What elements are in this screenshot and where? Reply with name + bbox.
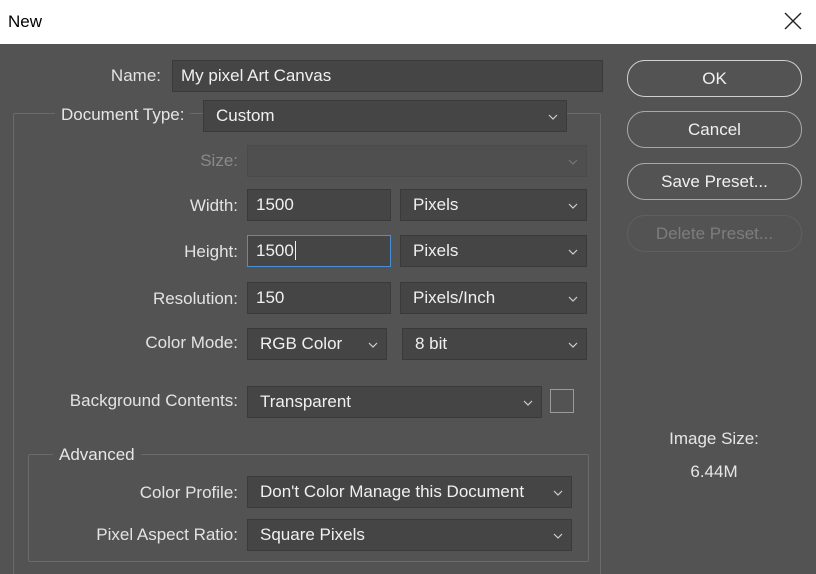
color-mode-label: Color Mode: — [145, 333, 238, 352]
pixel-aspect-label: Pixel Aspect Ratio: — [96, 525, 238, 544]
ok-button[interactable]: OK — [627, 60, 802, 97]
pixel-aspect-select[interactable]: Square Pixels — [247, 519, 572, 551]
chevron-down-icon — [523, 400, 533, 406]
chevron-down-icon — [568, 342, 578, 348]
image-size-value: 6.44M — [690, 462, 738, 481]
bit-depth-select[interactable]: 8 bit — [402, 328, 587, 360]
color-profile-value: Don't Color Manage this Document — [260, 482, 525, 501]
window-title: New — [8, 12, 43, 31]
chevron-down-icon — [568, 159, 578, 165]
resolution-input[interactable]: 150 — [247, 282, 391, 314]
delete-preset-button: Delete Preset... — [627, 215, 802, 252]
height-value: 1500 — [256, 241, 294, 260]
resolution-unit-select[interactable]: Pixels/Inch — [400, 282, 587, 314]
height-unit-value: Pixels — [413, 241, 459, 260]
advanced-title: Advanced — [53, 445, 141, 465]
bit-depth-value: 8 bit — [415, 334, 448, 353]
width-input[interactable]: 1500 — [247, 189, 391, 221]
image-size-label: Image Size: — [669, 429, 759, 448]
bg-contents-label: Background Contents: — [69, 391, 238, 410]
close-icon[interactable] — [780, 8, 806, 34]
text-cursor — [294, 241, 296, 260]
color-mode-value: RGB Color — [260, 334, 343, 353]
bg-color-swatch[interactable] — [550, 389, 574, 413]
chevron-down-icon — [568, 203, 578, 209]
pixel-aspect-value: Square Pixels — [260, 525, 365, 544]
resolution-label: Resolution: — [152, 289, 238, 308]
height-unit-select[interactable]: Pixels — [400, 235, 587, 267]
name-label: Name: — [110, 66, 161, 85]
dialog-body: Name: My pixel Art Canvas Document Type:… — [0, 44, 816, 574]
chevron-down-icon — [568, 296, 578, 302]
doc-type-value: Custom — [216, 106, 275, 125]
chevron-down-icon — [553, 533, 563, 539]
doc-type-select[interactable]: Custom — [203, 100, 567, 132]
color-profile-label: Color Profile: — [139, 483, 238, 502]
chevron-down-icon — [368, 342, 378, 348]
bg-contents-value: Transparent — [260, 392, 352, 411]
width-label: Width: — [189, 196, 238, 215]
name-input[interactable]: My pixel Art Canvas — [172, 60, 603, 92]
color-mode-select[interactable]: RGB Color — [247, 328, 387, 360]
title-bar: New — [0, 0, 816, 44]
height-label: Height: — [184, 242, 238, 261]
width-unit-select[interactable]: Pixels — [400, 189, 587, 221]
size-label: Size: — [200, 151, 238, 170]
chevron-down-icon — [568, 249, 578, 255]
width-unit-value: Pixels — [413, 195, 459, 214]
chevron-down-icon — [548, 114, 558, 120]
save-preset-button[interactable]: Save Preset... — [627, 163, 802, 200]
color-profile-select[interactable]: Don't Color Manage this Document — [247, 476, 572, 508]
size-select — [247, 145, 587, 177]
chevron-down-icon — [553, 490, 563, 496]
height-input[interactable]: 1500 — [247, 235, 391, 267]
cancel-button[interactable]: Cancel — [627, 111, 802, 148]
bg-contents-select[interactable]: Transparent — [247, 386, 542, 418]
doc-type-label: Document Type: — [55, 105, 191, 125]
resolution-unit-value: Pixels/Inch — [413, 288, 496, 307]
